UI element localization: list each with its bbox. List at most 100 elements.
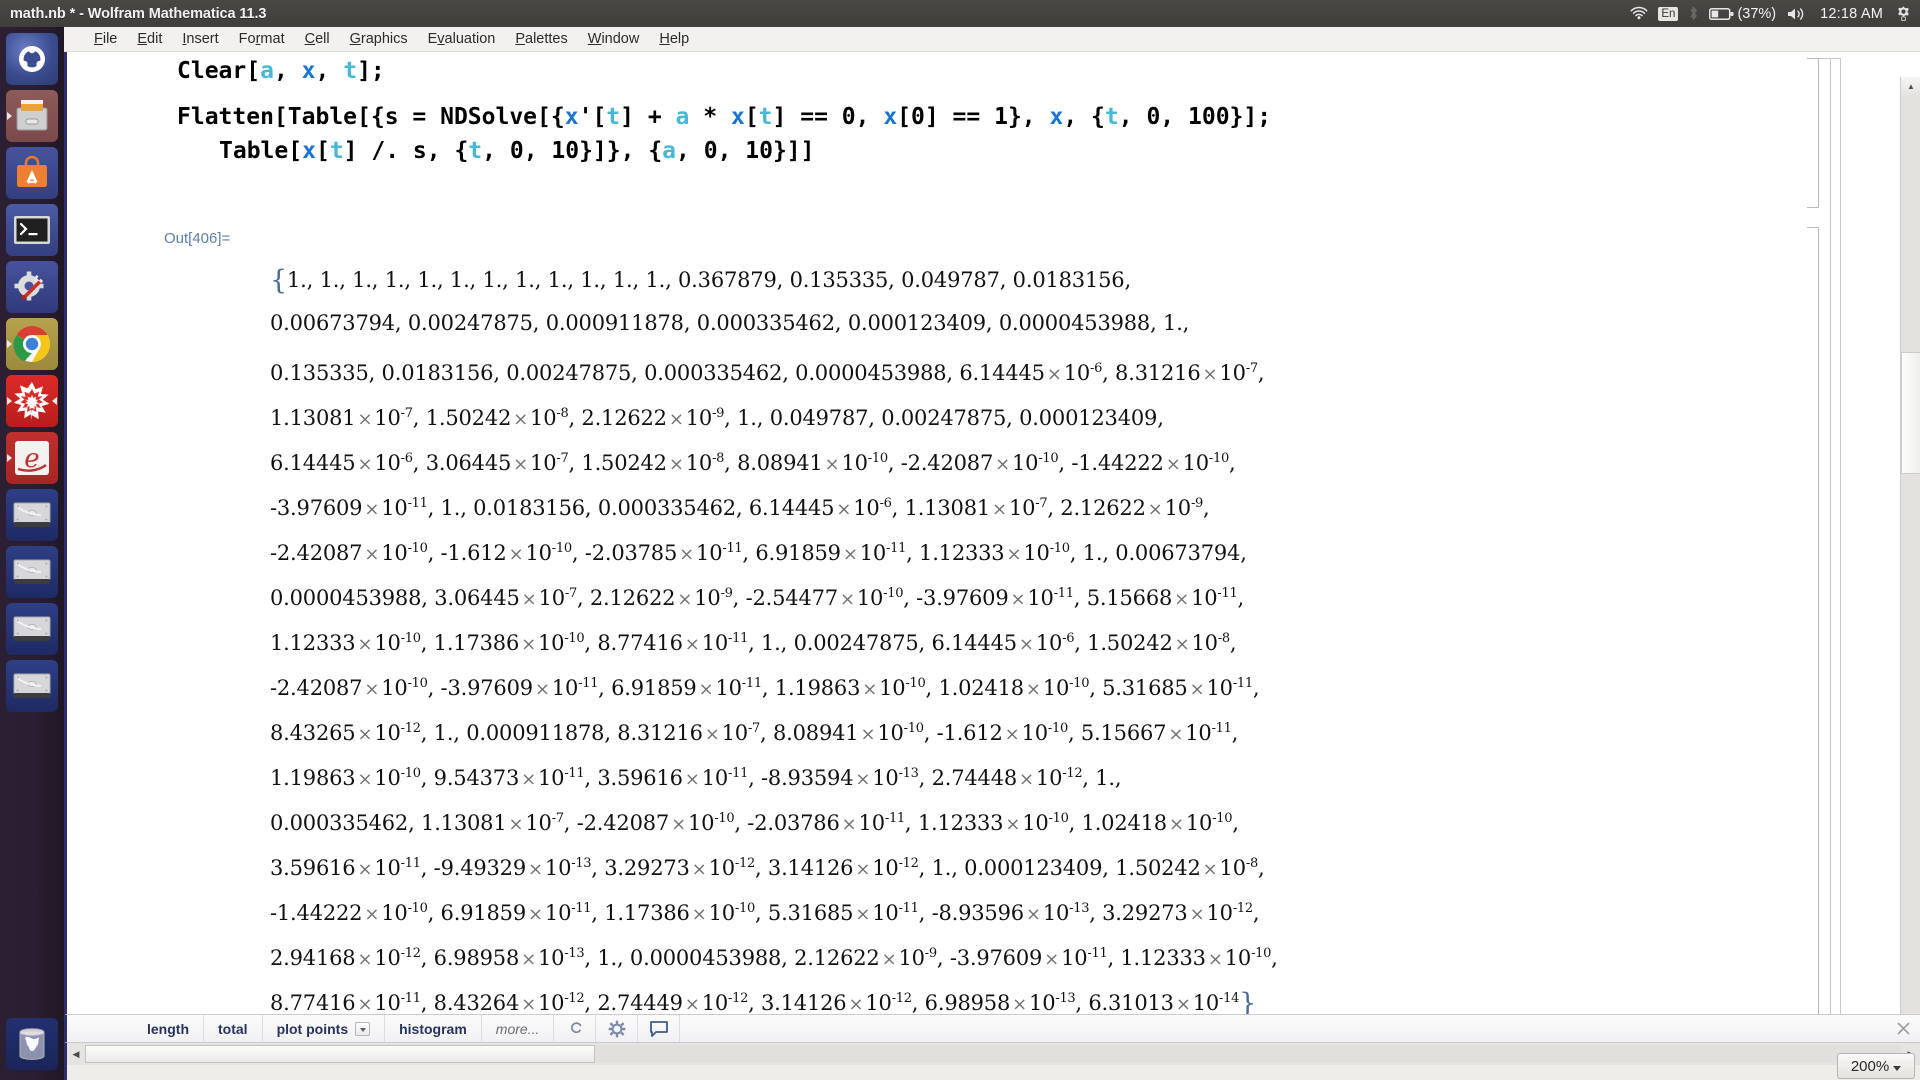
horizontal-scroll-track[interactable] — [85, 1045, 1902, 1063]
unity-launcher: e — [0, 27, 64, 1080]
output-row: 2.94168 ×10-12, 6.98958 ×10-13, 1., 0.0000… — [270, 946, 1278, 970]
horizontal-scrollbar[interactable]: ◀ ▶ — [64, 1043, 1920, 1065]
gear-icon[interactable] — [596, 1015, 639, 1042]
menu-window[interactable]: Window — [578, 27, 650, 52]
scroll-left-arrow-icon[interactable]: ◀ — [67, 1044, 85, 1064]
launcher-item-disk-volume-1[interactable] — [6, 489, 58, 541]
hard-disk-icon — [13, 502, 51, 527]
wifi-icon[interactable] — [1630, 0, 1648, 27]
zoom-level-label: 200% — [1850, 1057, 1890, 1075]
launcher-item-disk-volume-3[interactable] — [6, 603, 58, 655]
cell-bracket-output[interactable] — [1807, 227, 1819, 1014]
code-line-1: Clear[a, x, t]; — [177, 58, 385, 84]
terminal-icon — [14, 216, 50, 244]
mathematica-window: File Edit Insert Format Cell Graphics Ev… — [64, 27, 1920, 1080]
hard-disk-icon — [13, 616, 51, 641]
cell-bracket-input[interactable] — [1807, 58, 1819, 208]
output-label: Out[406]= — [164, 230, 231, 247]
suggestion-more-button[interactable]: more... — [482, 1015, 555, 1042]
menu-help[interactable]: Help — [649, 27, 699, 52]
bluetooth-icon[interactable] — [1688, 0, 1699, 27]
launcher-item-google-chrome[interactable] — [6, 318, 58, 370]
system-tray: En (37%) 12:18 AM — [1630, 0, 1912, 27]
output-row: 3.59616 ×10-11, -9.49329 ×10-13, 3.29273 ×1… — [270, 856, 1265, 880]
output-row: 1.12333 ×10-10, 1.17386 ×10-10, 8.77416 ×10… — [270, 631, 1237, 655]
menu-graphics[interactable]: Graphics — [340, 27, 418, 52]
launcher-item-ubuntu-dash[interactable] — [6, 33, 58, 85]
keyboard-layout-indicator[interactable]: En — [1658, 0, 1679, 27]
menu-format[interactable]: Format — [229, 27, 295, 52]
launcher-item-disk-volume-2[interactable] — [6, 546, 58, 598]
suggestion-plot-points-label: plot points — [276, 1020, 349, 1037]
battery-percent-label: (37%) — [1737, 5, 1777, 22]
volume-icon[interactable] — [1786, 0, 1808, 27]
launcher-item-files[interactable] — [6, 90, 58, 142]
suggestion-bar: length total plot points histogram more.… — [64, 1014, 1920, 1043]
launcher-item-system-settings[interactable] — [6, 261, 58, 313]
wolfram-documentation-icon: e — [15, 441, 49, 475]
suggestion-histogram-button[interactable]: histogram — [385, 1015, 482, 1042]
comment-icon[interactable] — [638, 1015, 681, 1042]
battery-indicator[interactable]: (37%) — [1709, 0, 1776, 27]
wolfram-alpha-icon[interactable] — [554, 1015, 597, 1042]
menu-evaluation[interactable]: Evaluation — [418, 27, 506, 52]
horizontal-scroll-thumb[interactable] — [85, 1045, 595, 1063]
vertical-scroll-thumb[interactable] — [1901, 352, 1920, 474]
unity-top-panel: math.nb * - Wolfram Mathematica 11.3 En — [0, 0, 1920, 27]
chrome-logo-icon — [13, 326, 51, 362]
launcher-item-terminal[interactable] — [6, 204, 58, 256]
output-row: 1.19863 ×10-10, 9.54373 ×10-11, 3.59616 ×10… — [270, 766, 1122, 790]
launcher-item-disk-volume-4[interactable] — [6, 660, 58, 712]
menu-palettes[interactable]: Palettes — [505, 27, 577, 52]
menu-file[interactable]: File — [84, 27, 127, 52]
status-bar — [64, 1065, 1920, 1080]
vertical-scrollbar[interactable]: ▲ — [1900, 77, 1920, 1014]
mathematica-spikey-icon — [13, 382, 50, 420]
output-row: 0.00673794, 0.00247875, 0.000911878, 0.0… — [270, 311, 1190, 335]
output-row: 1.13081 ×10-7, 1.50242 ×10-8, 2.12622 ×10-9… — [270, 406, 1164, 430]
output-row: -1.44222 ×10-10, 6.91859 ×10-11, 1.17386 ×1… — [270, 901, 1260, 925]
menu-insert[interactable]: Insert — [172, 27, 228, 52]
window-title: math.nb * - Wolfram Mathematica 11.3 — [10, 5, 267, 22]
battery-icon — [1709, 7, 1734, 20]
running-pip-left-icon — [7, 397, 12, 405]
gear-icon[interactable] — [1895, 0, 1912, 27]
focused-pip-right-icon — [52, 397, 57, 405]
hard-disk-icon — [13, 559, 51, 584]
running-pip-left-icon — [7, 112, 12, 120]
trash-icon — [19, 1028, 45, 1060]
launcher-item-wolfram-reference[interactable]: e — [6, 432, 58, 484]
suggestion-length-button[interactable]: length — [133, 1015, 204, 1042]
input-cell[interactable]: Clear[a, x, t]; Flatten[Table[{s = NDSol… — [177, 54, 1271, 168]
suggestion-plot-points-button[interactable]: plot points — [263, 1015, 386, 1042]
output-cell[interactable]: {1., 1., 1., 1., 1., 1., 1., 1., 1., 1.,… — [270, 256, 1830, 1014]
close-icon[interactable] — [1887, 1015, 1920, 1042]
running-pip-left-icon — [7, 340, 12, 348]
output-row: 0.0000453988, 3.06445 ×10-7, 2.12622 ×10-9… — [270, 586, 1244, 610]
zoom-level-control[interactable]: 200% — [1837, 1053, 1915, 1079]
menu-edit[interactable]: Edit — [127, 27, 172, 52]
code-line-3: Table[x[t] /. s, {t, 0, 10}]}, {a, 0, 10… — [219, 138, 815, 164]
launcher-item-wolfram-mathematica[interactable] — [6, 375, 58, 427]
suggestion-total-button[interactable]: total — [204, 1015, 263, 1042]
scroll-up-arrow-icon[interactable]: ▲ — [1901, 77, 1920, 95]
software-bag-icon — [17, 155, 47, 187]
output-row: {1., 1., 1., 1., 1., 1., 1., 1., 1., 1.,… — [270, 265, 1131, 296]
menu-bar: File Edit Insert Format Cell Graphics Ev… — [64, 27, 1920, 52]
output-row: -3.97609 ×10-11, 1., 0.0183156, 0.0003354… — [270, 496, 1210, 520]
ubuntu-logo-icon — [19, 46, 45, 72]
cell-bracket-notebook[interactable] — [1829, 58, 1841, 1014]
launcher-item-software-center[interactable] — [6, 147, 58, 199]
hard-disk-icon — [13, 673, 51, 698]
clock[interactable]: 12:18 AM — [1818, 0, 1885, 27]
file-cabinet-icon — [16, 100, 48, 131]
notebook-canvas[interactable]: Clear[a, x, t]; Flatten[Table[{s = NDSol… — [64, 52, 1920, 1014]
chevron-down-icon[interactable] — [1893, 1065, 1902, 1071]
launcher-item-trash[interactable] — [6, 1018, 58, 1070]
output-row: 6.14445 ×10-6, 3.06445 ×10-7, 1.50242 ×10-8… — [270, 451, 1236, 475]
output-row: 8.77416 ×10-11, 8.43264 ×10-12, 2.74449 ×10… — [270, 988, 1257, 1014]
menu-cell[interactable]: Cell — [295, 27, 340, 52]
chevron-down-icon[interactable] — [355, 1021, 371, 1036]
output-row: -2.42087 ×10-10, -3.97609 ×10-11, 6.91859 ×… — [270, 676, 1260, 700]
output-row: 0.135335, 0.0183156, 0.00247875, 0.00033… — [270, 361, 1265, 385]
